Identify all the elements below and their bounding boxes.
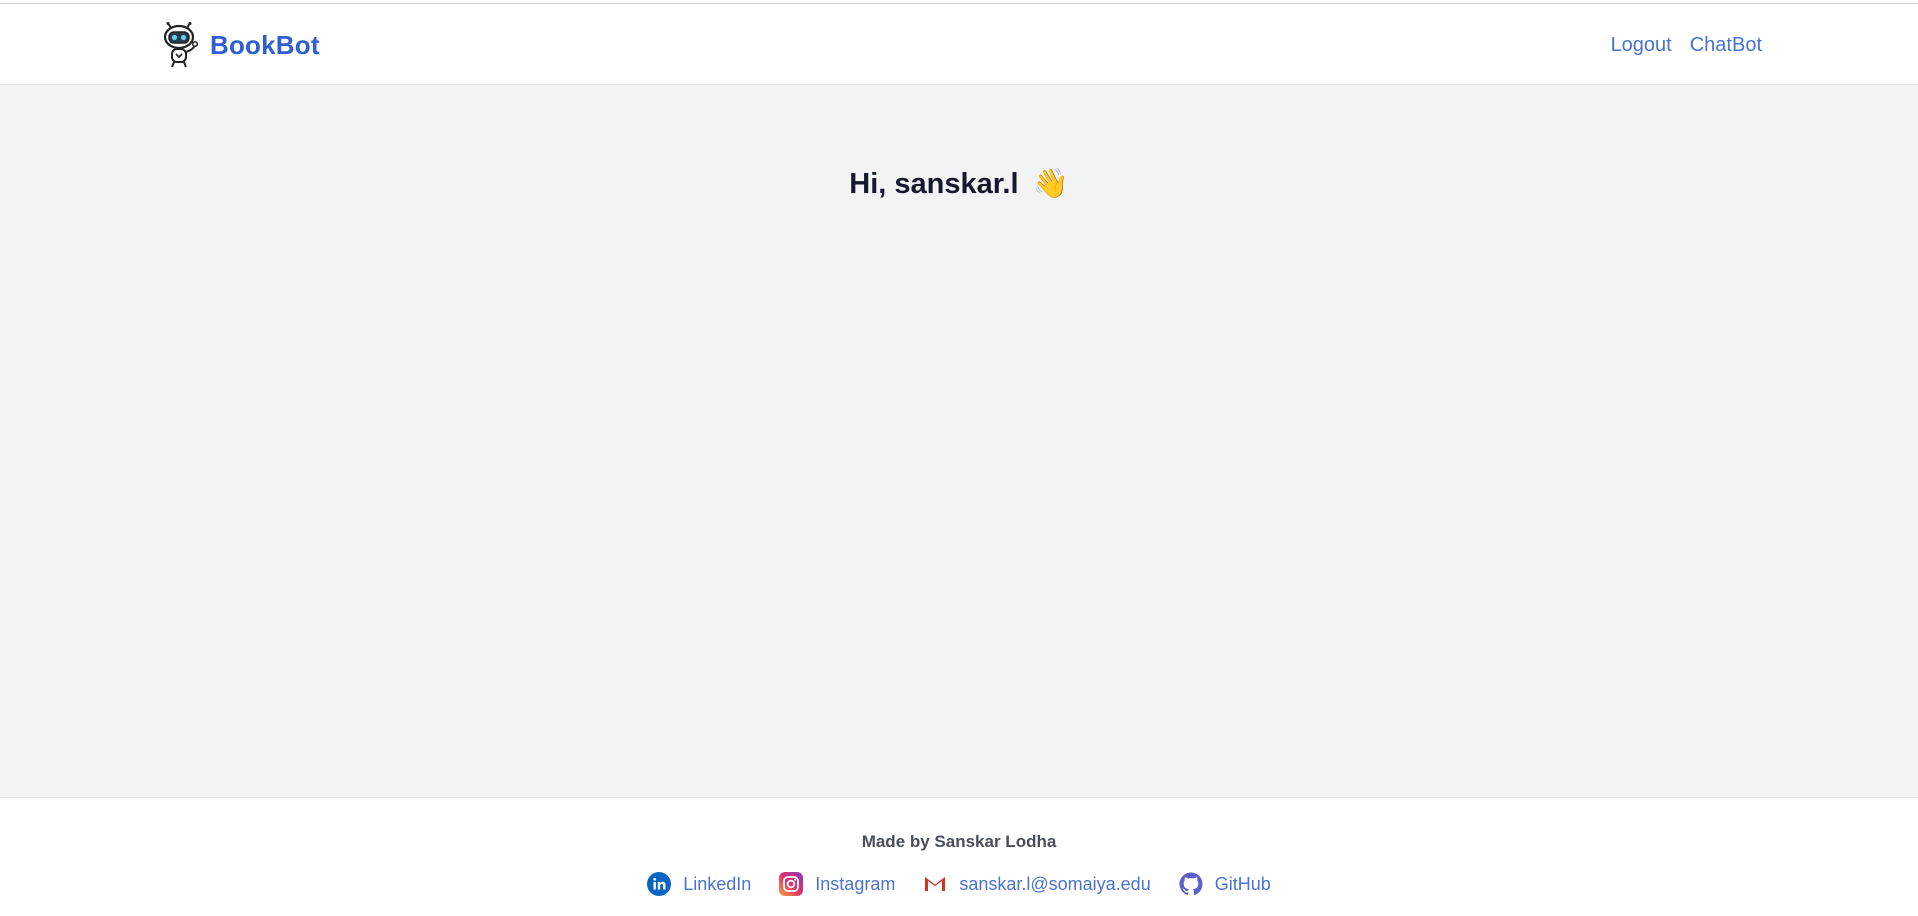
linkedin-icon (647, 872, 672, 896)
social-links: LinkedIn Instagram sanskar.l@somaiya.edu… (0, 872, 1918, 896)
waving-hand-icon: 👋 (1032, 168, 1069, 200)
email-link[interactable]: sanskar.l@somaiya.edu (923, 872, 1151, 896)
logout-link[interactable]: Logout (1611, 34, 1672, 57)
footer: Made by Sanskar Lodha LinkedIn Instagram… (0, 797, 1918, 916)
github-icon (1179, 872, 1203, 896)
navbar: BookBot Logout ChatBot (0, 4, 1918, 85)
greeting-heading: Hi, sanskar.l 👋 (0, 167, 1918, 201)
chatbot-link[interactable]: ChatBot (1690, 34, 1762, 57)
gmail-icon (925, 877, 946, 891)
linkedin-label: LinkedIn (683, 873, 752, 894)
made-by-text: Made by Sanskar Lodha (861, 832, 1057, 851)
robot-icon (163, 22, 198, 68)
instagram-icon (779, 872, 804, 896)
linkedin-link[interactable]: LinkedIn (647, 872, 751, 896)
brand-link[interactable]: BookBot (160, 22, 320, 68)
greeting-text: Hi, sanskar.l (849, 168, 1019, 200)
brand-name: BookBot (210, 29, 320, 60)
github-link[interactable]: GitHub (1179, 872, 1271, 896)
instagram-label: Instagram (815, 873, 896, 894)
github-label: GitHub (1214, 873, 1271, 894)
email-label: sanskar.l@somaiya.edu (959, 873, 1151, 894)
main-content: Hi, sanskar.l 👋 (0, 85, 1918, 797)
instagram-link[interactable]: Instagram (779, 872, 895, 896)
nav-links: Logout ChatBot (1611, 34, 1762, 57)
